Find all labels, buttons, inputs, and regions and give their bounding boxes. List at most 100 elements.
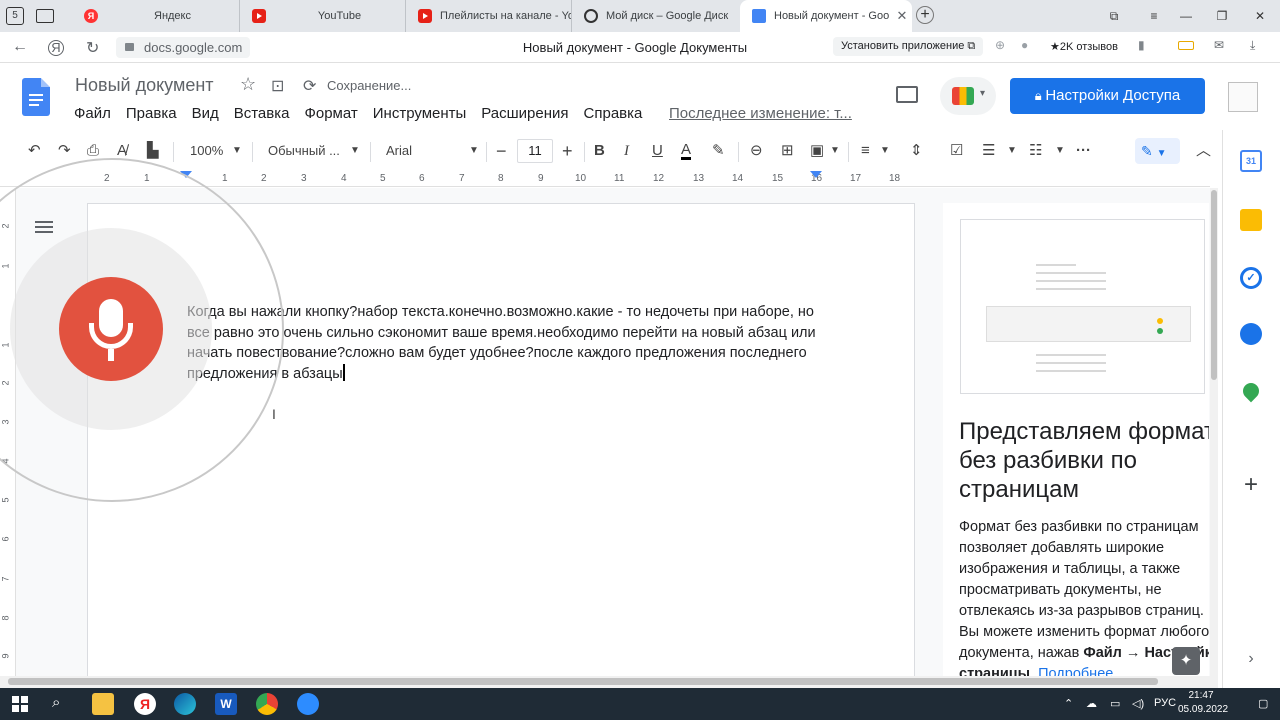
google-docs-logo[interactable] — [22, 78, 50, 116]
comments-icon[interactable] — [896, 86, 918, 103]
yandex-browser-icon[interactable]: Я — [134, 693, 156, 715]
explore-icon[interactable]: ✦ — [1172, 647, 1200, 675]
new-tab-button[interactable]: + — [916, 6, 934, 24]
undo-icon[interactable]: ↶ — [28, 142, 41, 160]
last-edit-link[interactable]: Последнее изменение: т... — [669, 105, 852, 122]
url-field[interactable]: docs.google.com — [116, 37, 251, 58]
collapse-menus-icon[interactable]: ︿ — [1196, 142, 1211, 160]
increase-font-size-icon[interactable]: + — [562, 142, 573, 160]
microphone-icon[interactable]: ● — [1021, 38, 1028, 52]
add-addon-icon[interactable]: + — [1240, 473, 1262, 497]
tab-youtube[interactable]: YouTube — [240, 0, 406, 32]
tab-manager-button[interactable] — [32, 0, 62, 32]
tab-playlists[interactable]: Плейлисты на канале - Yo — [406, 0, 572, 32]
install-app-button[interactable]: Установить приложение ⧉ — [833, 37, 984, 56]
zoom-select[interactable]: 100% — [190, 142, 223, 160]
network-icon[interactable]: ▭ — [1110, 697, 1120, 710]
calendar-icon[interactable]: 31 — [1240, 150, 1262, 172]
yandex-button-icon[interactable]: Я — [48, 40, 64, 56]
text-color-icon[interactable]: A — [681, 142, 692, 160]
menu-file[interactable]: Файл — [74, 105, 111, 123]
horizontal-scroll-thumb[interactable] — [8, 678, 1158, 685]
download-icon[interactable]: ⤓ — [1250, 38, 1255, 53]
italic-icon[interactable]: I — [624, 142, 629, 160]
add-comment-icon[interactable]: ⊞ — [781, 142, 794, 160]
insert-image-icon[interactable]: ▣ — [810, 142, 824, 160]
search-icon[interactable]: ⌕ — [52, 694, 60, 711]
volume-icon[interactable]: ◁) — [1132, 697, 1144, 710]
line-spacing-icon[interactable]: ⇕ — [910, 142, 923, 160]
decrease-font-size-icon[interactable]: − — [496, 142, 507, 160]
tab-yandex[interactable]: Я Яндекс — [72, 0, 240, 32]
numbered-list-icon[interactable]: ☷ — [1029, 142, 1042, 160]
keep-icon[interactable] — [1240, 209, 1262, 231]
yandex-home-tab[interactable]: 5 — [0, 0, 30, 32]
minimize-button[interactable]: — — [1170, 0, 1202, 32]
word-icon[interactable]: W — [215, 693, 237, 715]
edge-icon[interactable] — [174, 693, 196, 715]
editing-mode-button[interactable]: ✎ ▼ — [1135, 138, 1180, 164]
link-icon[interactable]: ⊖ — [750, 142, 763, 160]
underline-icon[interactable]: U — [652, 142, 663, 160]
extensions-icon[interactable]: ✉ — [1214, 38, 1224, 52]
style-select[interactable]: Обычный ... — [268, 142, 340, 160]
tab-label: Яндекс — [154, 10, 191, 22]
tab-google-docs[interactable]: Новый документ - Goo ✕ — [740, 0, 912, 32]
ruler-number: 2 — [261, 173, 267, 184]
bulleted-list-icon[interactable]: ☰ — [982, 142, 995, 160]
zoom-icon[interactable] — [297, 693, 319, 715]
back-icon[interactable]: ← — [12, 38, 28, 56]
reload-icon[interactable]: ↻ — [86, 38, 99, 58]
close-tab-icon[interactable]: ✕ — [892, 8, 912, 24]
menu-insert[interactable]: Вставка — [234, 105, 290, 123]
vertical-scroll-thumb[interactable] — [1211, 190, 1217, 380]
restore-button[interactable]: ❐ — [1206, 0, 1238, 32]
translate-icon[interactable]: ⊕ — [995, 38, 1005, 52]
print-icon[interactable]: ⎙ — [87, 142, 99, 160]
battery-icon[interactable] — [1178, 41, 1194, 50]
voice-typing-mic-button[interactable] — [59, 277, 163, 381]
chevron-right-icon[interactable]: › — [1240, 648, 1262, 670]
tab-google-drive[interactable]: Мой диск – Google Диск — [572, 0, 738, 32]
language-indicator[interactable]: РУС — [1154, 697, 1176, 709]
font-select[interactable]: Arial — [386, 142, 412, 160]
close-window-button[interactable]: ✕ — [1244, 0, 1276, 32]
document-title[interactable]: Новый документ — [75, 75, 214, 96]
youtube-icon — [252, 9, 266, 23]
cloud-icon[interactable]: ☁ — [1086, 697, 1097, 710]
move-folder-icon[interactable]: ⊡ — [271, 76, 284, 96]
paint-format-icon[interactable]: ▙ — [147, 142, 159, 160]
file-explorer-icon[interactable] — [92, 693, 114, 715]
avatar[interactable] — [1228, 82, 1258, 112]
contacts-icon[interactable] — [1240, 323, 1262, 345]
clock[interactable]: 21:47 05.09.2022 — [1178, 689, 1228, 717]
meet-button[interactable]: ▾ — [940, 77, 996, 115]
text-cursor — [342, 363, 345, 381]
highlight-icon[interactable]: ✎ — [712, 142, 725, 160]
star-icon[interactable]: ☆ — [240, 74, 256, 95]
notifications-icon[interactable]: ▢ — [1258, 697, 1268, 710]
ruler-number: 7 — [459, 173, 465, 184]
share-button[interactable]: 🔒︎ Настройки Доступа — [1010, 78, 1205, 114]
menu-help[interactable]: Справка — [584, 105, 643, 123]
menu-extensions[interactable]: Расширения — [481, 105, 568, 123]
chrome-icon[interactable] — [256, 693, 278, 715]
menu-tools[interactable]: Инструменты — [373, 105, 467, 123]
menu-format[interactable]: Формат — [304, 105, 357, 123]
tray-chevron-icon[interactable]: ⌃ — [1064, 697, 1073, 710]
redo-icon[interactable]: ↷ — [58, 142, 71, 160]
tasks-icon[interactable]: ✓ — [1240, 267, 1262, 289]
sidebar-toggle-icon[interactable]: ⧉ — [1098, 0, 1130, 32]
align-icon[interactable]: ≡ — [861, 142, 870, 160]
menu-icon[interactable]: ≡ — [1138, 0, 1170, 32]
checklist-icon[interactable]: ☑ — [950, 142, 963, 160]
start-button-icon[interactable] — [12, 696, 28, 712]
right-indent-marker[interactable] — [810, 171, 822, 178]
reviews-badge[interactable]: ★2K отзывов — [1050, 40, 1118, 53]
menu-view[interactable]: Вид — [192, 105, 219, 123]
menu-edit[interactable]: Правка — [126, 105, 177, 123]
more-icon[interactable]: ··· — [1076, 142, 1091, 160]
bold-icon[interactable]: B — [594, 142, 605, 160]
bookmark-icon[interactable]: ▮ — [1138, 38, 1145, 52]
font-size-field[interactable]: 11 — [517, 139, 553, 163]
